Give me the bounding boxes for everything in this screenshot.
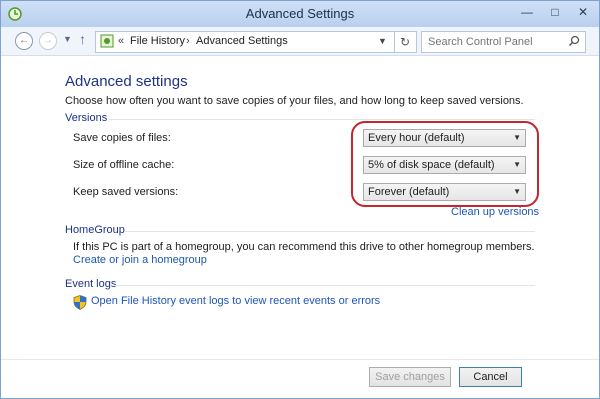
close-button[interactable]: ✕ [568,1,598,23]
advanced-settings-window: Advanced Settings — □ ✕ ← → ▼ ↑ « File H… [0,0,600,399]
chevron-down-icon[interactable]: ▼ [378,36,387,46]
search-icon[interactable] [568,35,580,47]
search-input[interactable] [422,32,568,52]
save-copies-label: Save copies of files: [73,132,171,144]
clean-up-versions-link[interactable]: Clean up versions [451,206,539,218]
versions-group-title: Versions [65,112,108,124]
forward-button[interactable]: → [39,32,57,50]
search-box[interactable] [421,31,586,53]
window-title: Advanced Settings [245,6,355,21]
divider [109,119,535,120]
breadcrumb-advanced-settings[interactable]: Advanced Settings [196,35,288,47]
navigation-bar: ← → ▼ ↑ « File History › Advanced Settin… [1,27,599,56]
breadcrumb-separator: « [118,35,125,47]
shield-icon [73,295,87,310]
page-description: Choose how often you want to save copies… [65,95,524,107]
event-logs-group-title: Event logs [65,278,117,290]
breadcrumb-separator: › [186,35,190,47]
control-panel-icon [100,34,114,48]
create-join-homegroup-link[interactable]: Create or join a homegroup [73,254,207,266]
refresh-icon[interactable]: ↻ [394,32,415,52]
save-changes-button[interactable]: Save changes [369,367,451,387]
keep-versions-label: Keep saved versions: [73,186,179,198]
breadcrumb-file-history[interactable]: File History [130,35,185,47]
up-button[interactable]: ↑ [79,31,86,47]
maximize-button[interactable]: □ [541,1,569,23]
recent-locations-dropdown[interactable]: ▼ [63,34,72,44]
homegroup-group-title: HomeGroup [65,224,125,236]
open-event-logs-link[interactable]: Open File History event logs to view rec… [91,295,380,307]
minimize-button[interactable]: — [513,1,541,23]
highlight-annotation [351,121,539,207]
address-bar[interactable]: « File History › Advanced Settings ▼ ↻ [95,31,417,53]
title-bar: Advanced Settings — □ ✕ [1,1,599,27]
homegroup-description: If this PC is part of a homegroup, you c… [73,241,535,253]
back-button[interactable]: ← [15,32,33,50]
offline-cache-label: Size of offline cache: [73,159,175,171]
divider [115,285,535,286]
footer-divider [1,359,599,360]
divider [125,231,535,232]
page-title: Advanced settings [65,73,188,90]
cancel-button[interactable]: Cancel [459,367,522,387]
